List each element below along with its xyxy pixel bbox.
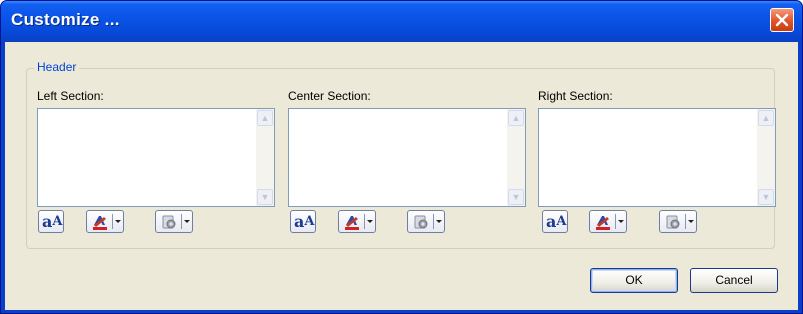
right-section-textarea[interactable]: ▲ ▼ (538, 108, 776, 207)
split-separator (433, 214, 434, 229)
split-separator (685, 214, 686, 229)
close-button[interactable] (770, 8, 794, 32)
right-section-scrollbar[interactable]: ▲ ▼ (757, 109, 775, 206)
dropdown-arrow-icon[interactable] (688, 220, 694, 223)
dropdown-arrow-icon[interactable] (184, 220, 190, 223)
left-section-scrollbar[interactable]: ▲ ▼ (256, 109, 274, 206)
dropdown-arrow-icon[interactable] (367, 220, 373, 223)
right-text-color-button[interactable] (589, 210, 627, 233)
insert-image-icon (414, 215, 428, 229)
title-bar[interactable]: Customize ... (1, 1, 802, 42)
text-color-icon (93, 216, 107, 230)
left-font-button[interactable]: aA (38, 210, 64, 233)
cancel-button[interactable]: Cancel (690, 268, 778, 293)
customize-dialog: Customize ... Header Left Section: ▲ ▼ a… (0, 0, 803, 314)
left-insert-image-button[interactable] (155, 210, 193, 233)
center-insert-image-button[interactable] (407, 210, 445, 233)
left-text-color-button[interactable] (86, 210, 124, 233)
text-color-icon (345, 216, 359, 230)
scroll-down-arrow[interactable]: ▼ (257, 189, 273, 205)
center-section-label: Center Section: (288, 89, 371, 103)
split-separator (364, 214, 365, 229)
right-section-label: Right Section: (538, 89, 613, 103)
right-insert-image-button[interactable] (659, 210, 697, 233)
dialog-title: Customize ... (11, 10, 120, 29)
insert-image-icon (666, 215, 680, 229)
dialog-body: Header Left Section: ▲ ▼ aA Center Secti… (5, 42, 798, 310)
center-section-textarea[interactable]: ▲ ▼ (288, 108, 526, 207)
font-icon: aA (294, 212, 315, 231)
split-separator (615, 214, 616, 229)
ok-button[interactable]: OK (590, 268, 678, 293)
text-color-icon (596, 216, 610, 230)
dropdown-arrow-icon[interactable] (115, 220, 121, 223)
center-text-color-button[interactable] (338, 210, 376, 233)
close-icon (775, 13, 789, 27)
insert-image-icon (162, 215, 176, 229)
right-font-button[interactable]: aA (542, 210, 568, 233)
scroll-down-arrow[interactable]: ▼ (758, 189, 774, 205)
left-section-label: Left Section: (37, 89, 104, 103)
center-section-scrollbar[interactable]: ▲ ▼ (507, 109, 525, 206)
split-separator (181, 214, 182, 229)
scroll-up-arrow[interactable]: ▲ (758, 110, 774, 126)
font-icon: aA (42, 212, 63, 231)
scroll-up-arrow[interactable]: ▲ (508, 110, 524, 126)
dropdown-arrow-icon[interactable] (436, 220, 442, 223)
scroll-down-arrow[interactable]: ▼ (508, 189, 524, 205)
left-section-textarea[interactable]: ▲ ▼ (37, 108, 275, 207)
scroll-up-arrow[interactable]: ▲ (257, 110, 273, 126)
center-font-button[interactable]: aA (290, 210, 316, 233)
header-legend: Header (34, 60, 80, 74)
dropdown-arrow-icon[interactable] (618, 220, 624, 223)
split-separator (112, 214, 113, 229)
font-icon: aA (546, 212, 567, 231)
